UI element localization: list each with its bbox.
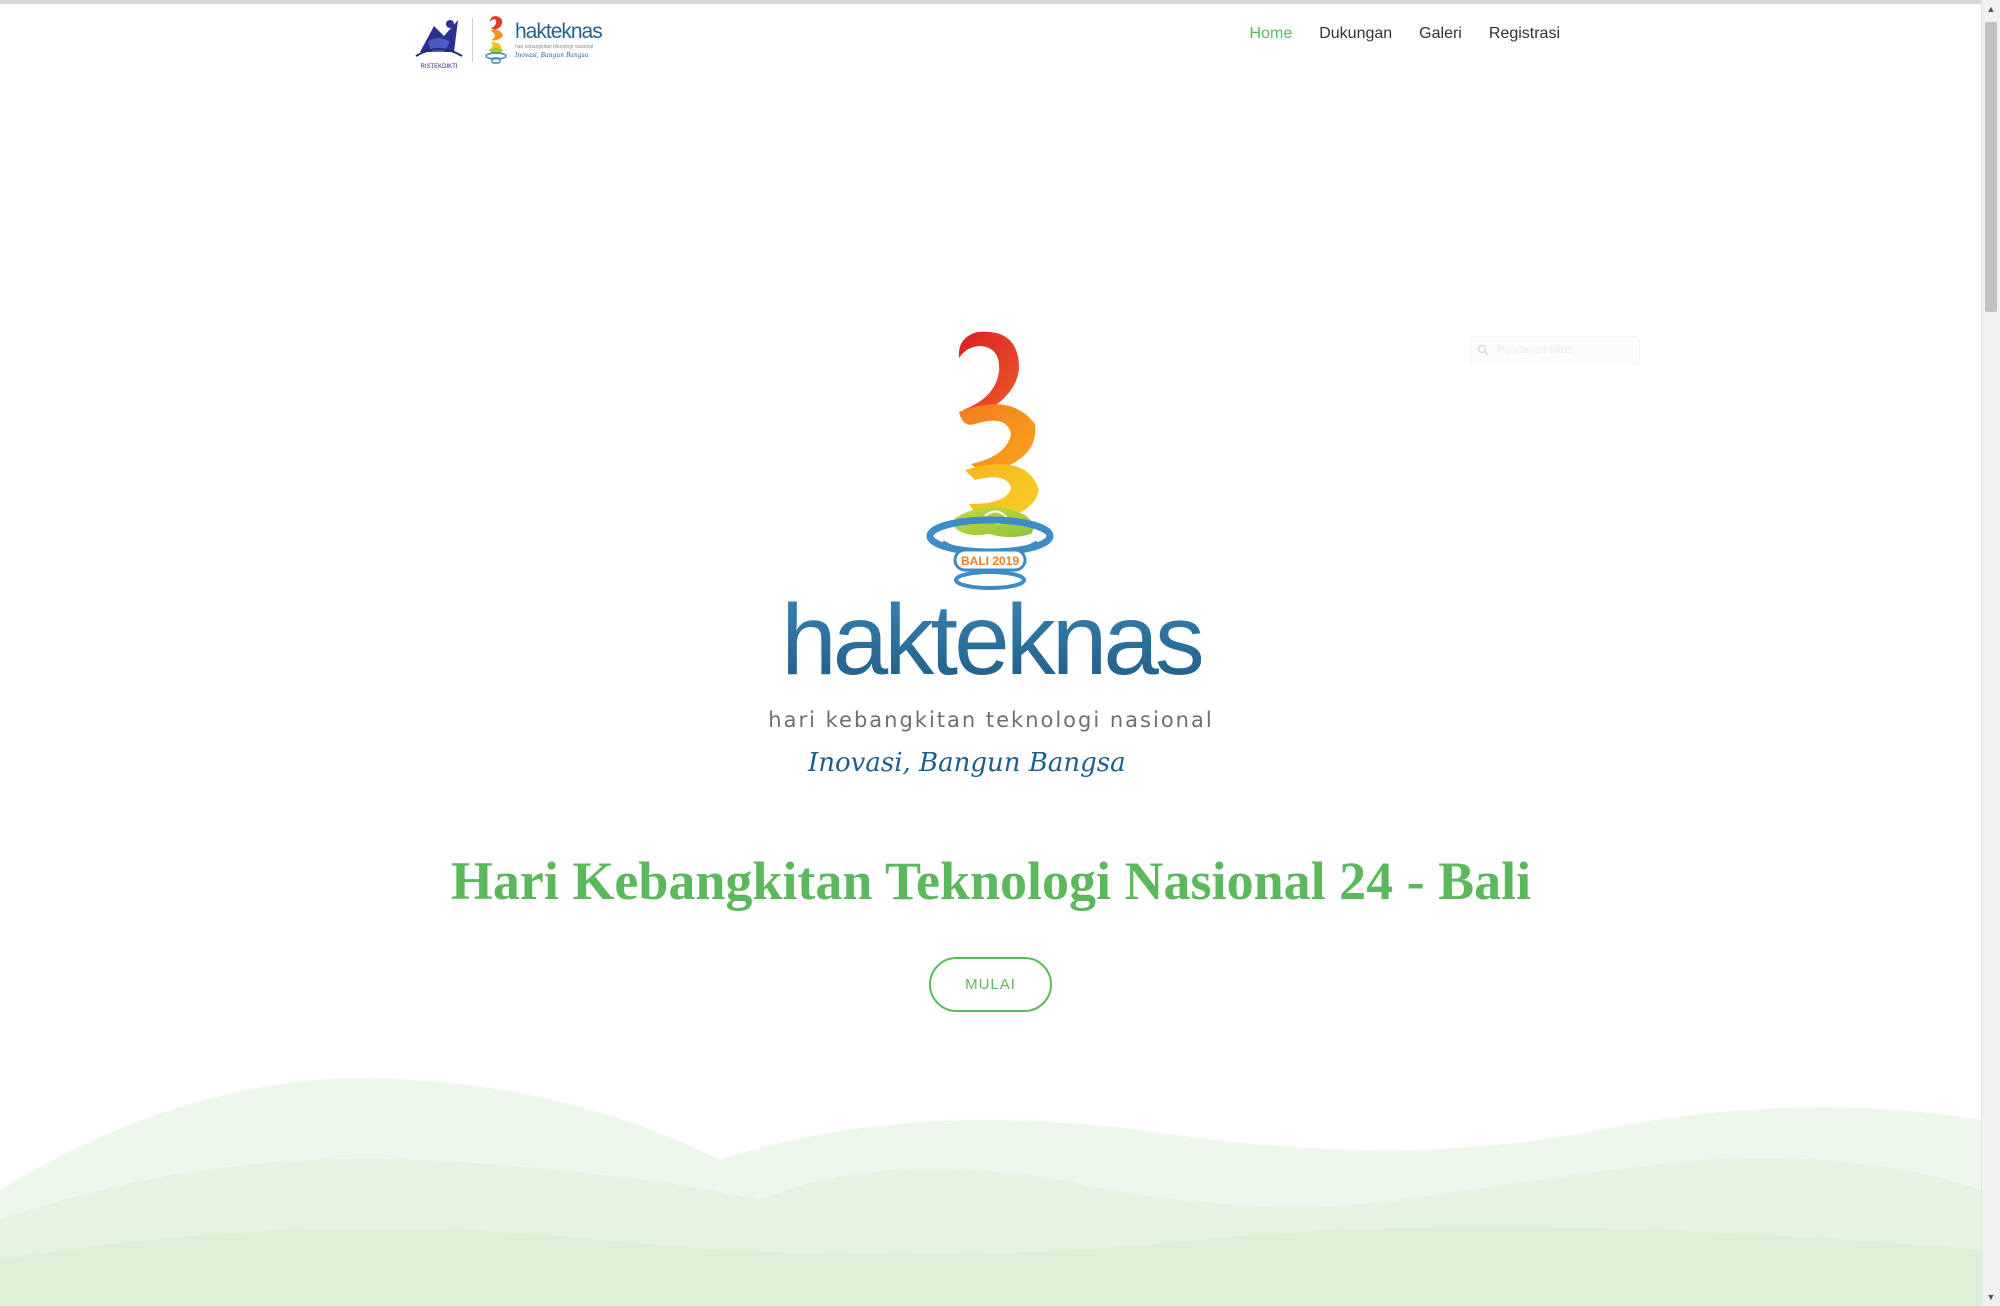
main-nav: Home Dukungan Galeri Registrasi xyxy=(1223,4,1560,64)
brand-subtitle: hari kebangkitan teknologi nasional xyxy=(768,708,1214,732)
nav-galeri[interactable]: Galeri xyxy=(1419,25,1462,43)
hero-title: Hari Kebangkitan Teknologi Nasional 24 -… xyxy=(450,851,1532,911)
page: RISTEKDIKTI hakteknas hari kebangkitan t… xyxy=(0,0,2000,1306)
scroll-thumb[interactable] xyxy=(1985,22,1997,312)
mini-logo-tagline: Inovasi, Bangun Bangsa xyxy=(515,52,589,59)
ristek-emblem-icon xyxy=(415,20,463,57)
nav-registrasi[interactable]: Registrasi xyxy=(1489,25,1560,43)
page-scrollbar[interactable]: ▲ ▼ xyxy=(1981,0,2000,1306)
site-header: RISTEKDIKTI hakteknas hari kebangkitan t… xyxy=(0,4,1982,72)
logo-divider xyxy=(472,18,473,62)
ristek-label: RISTEKDIKTI xyxy=(420,64,458,70)
brand-tagline: Inovasi, Bangun Bangsa xyxy=(808,748,1126,778)
brand-wordmark: hakteknas xyxy=(0,590,1982,690)
search-box[interactable] xyxy=(1470,336,1640,364)
mini-logo-text: hakteknas hari kebangkitan teknologi nas… xyxy=(515,20,603,59)
decorative-hills xyxy=(0,1078,1982,1306)
mini-logo-word: hakteknas xyxy=(515,20,603,43)
nav-home[interactable]: Home xyxy=(1250,25,1293,43)
mini-logo-subtitle: hari kebangkitan teknologi nasional xyxy=(515,44,594,50)
brand-wordmark-text: hakteknas xyxy=(781,584,1205,696)
scroll-up-arrow-icon[interactable]: ▲ xyxy=(1982,0,2000,18)
ristek-logo[interactable]: RISTEKDIKTI xyxy=(414,12,464,70)
nav-dukungan[interactable]: Dukungan xyxy=(1319,25,1392,43)
logo-group[interactable]: RISTEKDIKTI hakteknas hari kebangkitan t… xyxy=(414,12,603,70)
search-input[interactable] xyxy=(1495,343,1629,357)
scroll-down-arrow-icon[interactable]: ▼ xyxy=(1982,1288,2000,1306)
emblem-label: BALI 2019 xyxy=(961,554,1019,568)
start-button[interactable]: MULAI xyxy=(929,957,1052,1012)
search-icon xyxy=(1477,344,1489,356)
hakteknas-mini-flame-icon xyxy=(485,16,507,64)
hakteknas-flame-emblem-icon: BALI 2019 xyxy=(926,331,1054,590)
